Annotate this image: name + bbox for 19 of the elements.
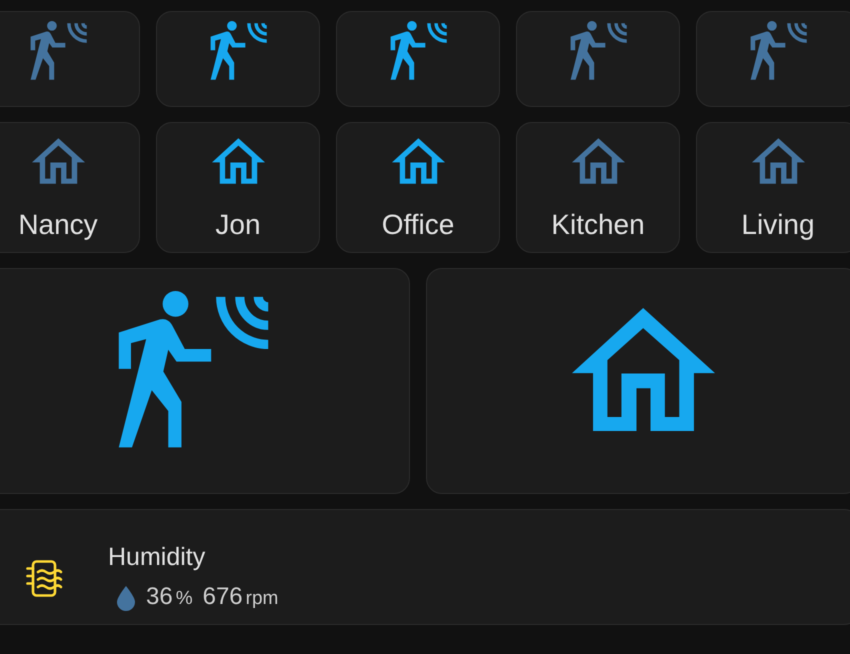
motion-sensor-tile[interactable]: [696, 11, 850, 107]
reading-value: 36: [146, 583, 173, 611]
motion-sensor-tile[interactable]: [336, 11, 500, 107]
presence-tile[interactable]: [426, 268, 850, 494]
motion-sensor-tile[interactable]: [516, 11, 680, 107]
presence-tile[interactable]: Nancy: [0, 122, 140, 253]
entity-name: Humidity: [108, 543, 206, 571]
presence-tile[interactable]: Jon: [156, 122, 320, 253]
air-filter-icon: [26, 560, 63, 596]
reading-value: 676: [202, 583, 243, 611]
presence-tile[interactable]: Living: [696, 122, 850, 253]
presence-tile[interactable]: Office: [336, 122, 500, 253]
reading-unit: rpm: [246, 587, 278, 611]
presence-tile[interactable]: Kitchen: [516, 122, 680, 253]
motion-sensor-tile[interactable]: [0, 11, 140, 107]
reading-unit: %: [176, 587, 193, 611]
motion-sensor-tile[interactable]: [156, 11, 320, 107]
motion-sensor-tile[interactable]: [0, 268, 410, 494]
water-drop-icon: [117, 586, 135, 610]
